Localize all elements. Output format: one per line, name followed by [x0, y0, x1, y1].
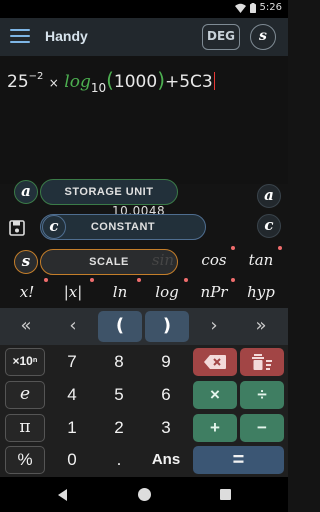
minus-key[interactable]: −	[240, 414, 284, 442]
percent-key[interactable]: %	[5, 446, 45, 474]
expr-open-paren: (	[106, 68, 114, 92]
expression-display[interactable]: 25−2 × log10(1000)+5C3	[0, 56, 288, 184]
clear-all-key[interactable]	[240, 348, 284, 376]
expression: 25−2 × log10(1000)+5C3	[7, 68, 216, 95]
divide-key[interactable]: ÷	[240, 381, 284, 409]
decimal-key[interactable]: .	[99, 446, 139, 474]
cursor-nav-row: « ‹ ( ) › »	[0, 308, 288, 345]
app-title: Handy	[45, 28, 88, 44]
status-icons: 5:26	[234, 2, 282, 13]
euler-e-key[interactable]: e	[5, 381, 45, 409]
expr-exponent: −2	[28, 71, 44, 82]
expr-argument: 1000	[113, 72, 158, 92]
digit-8-key[interactable]: 8	[99, 348, 139, 376]
recents-icon[interactable]	[220, 489, 231, 500]
tan-key[interactable]: tan	[238, 246, 284, 269]
right-c-button[interactable]: c	[257, 214, 281, 238]
equals-key[interactable]: =	[193, 446, 284, 474]
pi-key[interactable]: π	[5, 414, 45, 442]
hamburger-menu-icon[interactable]	[10, 29, 30, 45]
factorial-key[interactable]: x!	[4, 278, 50, 301]
digit-3-key[interactable]: 3	[146, 414, 186, 442]
constant-c-button[interactable]: c	[42, 215, 66, 239]
app-bar: Handy DEG s	[0, 18, 288, 56]
right-a-button[interactable]: a	[257, 184, 281, 208]
digit-6-key[interactable]: 6	[146, 381, 186, 409]
cursor-left-key[interactable]: ‹	[51, 311, 95, 342]
abs-key[interactable]: |x|	[50, 278, 96, 301]
expr-times: ×	[48, 76, 59, 90]
back-icon[interactable]	[58, 489, 67, 501]
scale-s-button[interactable]: s	[14, 250, 38, 274]
status-bar: 5:26	[0, 0, 288, 18]
expr-plus-term: +5C3	[165, 72, 213, 92]
digit-9-key[interactable]: 9	[146, 348, 186, 376]
save-icon[interactable]	[9, 220, 25, 236]
keypad: ×10ⁿ 7 8 9 e 4 5 6 × ÷ π 1 2 3 + − % 0 .…	[0, 345, 288, 477]
close-paren-key[interactable]: )	[145, 311, 189, 342]
status-time: 5:26	[259, 2, 282, 13]
exp-ten-key[interactable]: ×10ⁿ	[5, 348, 45, 376]
function-area: 10.0048 STORAGE UNIT a CONSTANT c SCALE …	[0, 179, 288, 308]
digit-0-key[interactable]: 0	[52, 446, 92, 474]
home-icon[interactable]	[138, 488, 151, 501]
cos-key[interactable]: cos	[191, 246, 237, 269]
plus-key[interactable]: +	[193, 414, 237, 442]
scale-toggle-button[interactable]: s	[250, 24, 276, 50]
digit-7-key[interactable]: 7	[52, 348, 92, 376]
backspace-key[interactable]	[193, 348, 237, 376]
angle-mode-button[interactable]: DEG	[202, 24, 240, 50]
text-cursor	[213, 72, 216, 90]
backspace-icon	[204, 355, 226, 369]
multiply-key[interactable]: ×	[193, 381, 237, 409]
trash-icon	[252, 354, 272, 370]
open-paren-key[interactable]: (	[98, 311, 142, 342]
hyp-key[interactable]: hyp	[238, 283, 284, 301]
wifi-icon	[234, 3, 246, 13]
expr-log-base: 10	[90, 81, 107, 95]
digit-2-key[interactable]: 2	[99, 414, 139, 442]
expr-base: 25	[7, 72, 29, 92]
ln-key[interactable]: ln	[97, 278, 143, 301]
ans-key[interactable]: Ans	[146, 446, 186, 474]
digit-5-key[interactable]: 5	[99, 381, 139, 409]
expr-close-paren: )	[157, 68, 165, 92]
system-nav-bar	[0, 477, 288, 512]
jump-start-key[interactable]: «	[4, 311, 48, 342]
storage-unit-button[interactable]: STORAGE UNIT	[40, 179, 178, 205]
log-key[interactable]: log	[144, 278, 190, 301]
cursor-right-key[interactable]: ›	[192, 311, 236, 342]
jump-end-key[interactable]: »	[239, 311, 283, 342]
npr-key[interactable]: nPr	[191, 278, 237, 301]
battery-icon	[249, 2, 256, 13]
storage-a-button[interactable]: a	[14, 180, 38, 204]
sin-key[interactable]: sin	[140, 251, 186, 269]
digit-1-key[interactable]: 1	[52, 414, 92, 442]
digit-4-key[interactable]: 4	[52, 381, 92, 409]
expr-log-function: log	[64, 72, 91, 92]
